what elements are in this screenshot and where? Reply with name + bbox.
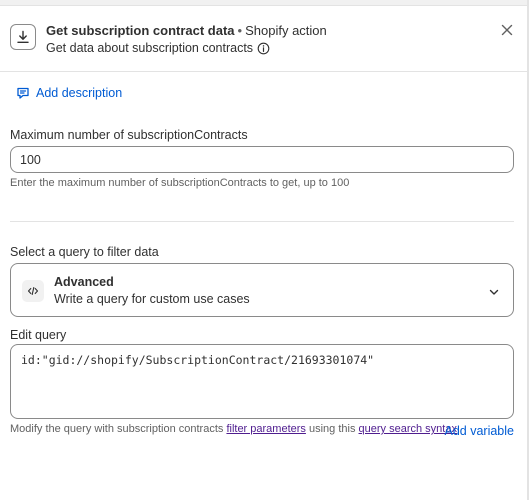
action-subtitle-text: Get data about subscription contracts	[46, 41, 254, 55]
query-type-select[interactable]: Advanced Write a query for custom use ca…	[10, 263, 514, 317]
comment-icon	[17, 87, 29, 99]
add-description-label: Add description	[36, 86, 123, 100]
edit-query-value: id:"gid://shopify/SubscriptionContract/2…	[21, 353, 375, 367]
selected-query-title: Advanced	[54, 275, 114, 289]
selected-query-subtitle: Write a query for custom use cases	[54, 292, 250, 306]
info-icon[interactable]	[257, 42, 270, 55]
max-number-help: Enter the maximum number of subscription…	[10, 177, 350, 189]
query-select-label: Select a query to filter data	[10, 245, 159, 259]
max-number-value: 100	[20, 153, 41, 167]
query-search-syntax-link[interactable]: query search syntax	[359, 423, 457, 435]
action-type-label: Shopify action	[245, 23, 327, 38]
max-number-input[interactable]: 100	[10, 146, 514, 173]
section-divider	[10, 221, 514, 222]
edit-query-label: Edit query	[10, 328, 67, 342]
add-description-button[interactable]: Add description	[16, 86, 122, 100]
header-title-row: Get subscription contract data • Shopify a…	[46, 23, 327, 38]
action-title: Get subscription contract data	[46, 23, 235, 38]
filter-parameters-link[interactable]: filter parameters	[226, 423, 305, 435]
help-middle: using this	[305, 423, 359, 435]
download-icon	[10, 24, 36, 50]
edit-query-textarea[interactable]: id:"gid://shopify/SubscriptionContract/2…	[10, 344, 514, 419]
close-icon[interactable]	[499, 22, 515, 38]
edit-query-help: Modify the query with subscription contr…	[10, 423, 460, 435]
action-header: Get subscription contract data • Shopify a…	[0, 6, 527, 72]
title-separator: •	[237, 23, 243, 38]
chevron-down-icon	[488, 285, 500, 303]
add-variable-button[interactable]: Add variable	[445, 424, 515, 438]
max-number-label: Maximum number of subscriptionContracts	[10, 128, 248, 142]
action-subtitle: Get data about subscription contracts	[46, 41, 270, 55]
code-icon	[22, 280, 44, 302]
help-prefix: Modify the query with subscription contr…	[10, 423, 227, 435]
